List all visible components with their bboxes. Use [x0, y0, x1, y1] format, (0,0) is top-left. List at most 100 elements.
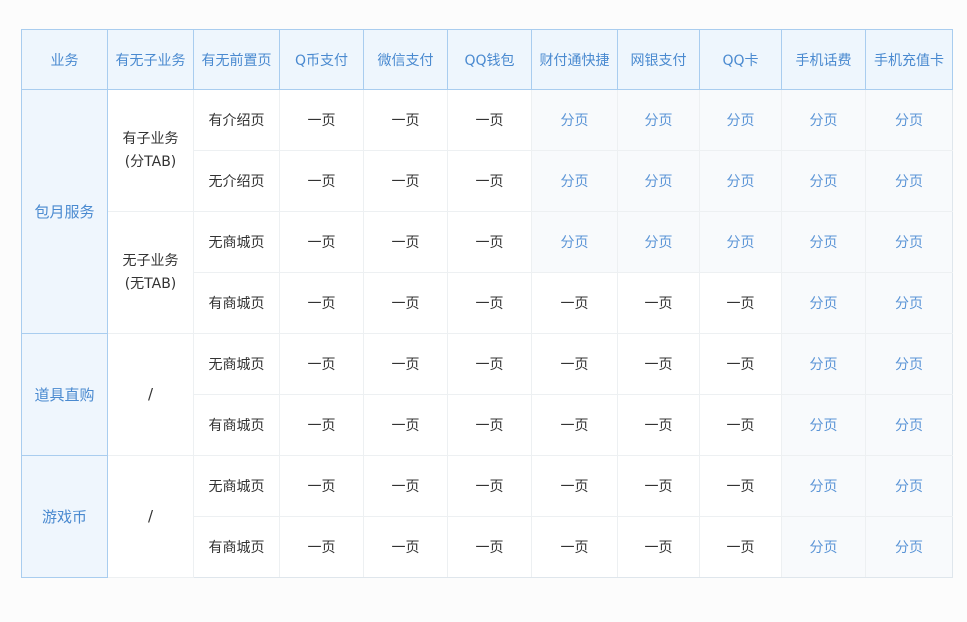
payment-value-cell: 一页: [447, 333, 532, 395]
payment-value-cell: 一页: [617, 516, 700, 578]
payment-value-cell: 分页: [865, 272, 953, 334]
payment-value-cell: 一页: [699, 516, 782, 578]
subbusiness-label-line: 无子业务: [122, 252, 179, 269]
payment-value-cell: 分页: [531, 89, 618, 151]
prepage-cell: 有介绍页: [193, 89, 280, 151]
payment-value-cell: 一页: [279, 211, 364, 273]
header-wechat-pay: 微信支付: [363, 29, 448, 90]
payment-value-cell: 一页: [279, 150, 364, 212]
prepage-cell: 无商城页: [193, 211, 280, 273]
payment-value-cell: 分页: [865, 150, 953, 212]
payment-value-cell: 一页: [447, 455, 532, 517]
payment-value-cell: 一页: [447, 211, 532, 273]
header-row: 业务 有无子业务 有无前置页 Q币支付 微信支付 QQ钱包 财付通快捷 网银支付…: [21, 29, 953, 90]
payment-value-cell: 分页: [781, 394, 866, 456]
payment-value-cell: 一页: [279, 394, 364, 456]
prepage-cell: 无商城页: [193, 333, 280, 395]
payment-value-cell: 一页: [531, 516, 618, 578]
payment-value-cell: 一页: [363, 89, 448, 151]
payment-value-cell: 一页: [699, 333, 782, 395]
prepage-cell: 有商城页: [193, 394, 280, 456]
payment-value-cell: 一页: [363, 272, 448, 334]
payment-value-cell: 分页: [699, 211, 782, 273]
payment-value-cell: 分页: [617, 211, 700, 273]
payment-value-cell: 一页: [363, 211, 448, 273]
table-row: 无子业务 (无TAB) 无商城页 一页 一页 一页 分页 分页 分页 分页 分页: [22, 211, 953, 334]
payment-value-cell: 一页: [447, 89, 532, 151]
payment-value-cell: 一页: [447, 150, 532, 212]
payment-value-cell: 一页: [447, 272, 532, 334]
business-name-cell: 包月服务: [21, 89, 108, 334]
payment-value-cell: 分页: [531, 150, 618, 212]
business-name-cell: 道具直购: [21, 333, 108, 456]
payment-value-cell: 分页: [865, 333, 953, 395]
payment-value-cell: 一页: [447, 516, 532, 578]
payment-value-cell: 一页: [279, 455, 364, 517]
payment-value-cell: 一页: [279, 272, 364, 334]
header-netbank-pay: 网银支付: [617, 29, 700, 90]
payment-value-cell: 分页: [781, 333, 866, 395]
prepage-cell: 无介绍页: [193, 150, 280, 212]
subbusiness-cell: 无子业务 (无TAB): [107, 211, 194, 334]
header-qq-wallet: QQ钱包: [447, 29, 532, 90]
payment-matrix-container: 业务 有无子业务 有无前置页 Q币支付 微信支付 QQ钱包 财付通快捷 网银支付…: [21, 29, 953, 578]
table-row: 道具直购 / 无商城页 一页 一页 一页 一页 一页 一页 分页 分页: [21, 333, 953, 456]
payment-value-cell: 分页: [781, 211, 866, 273]
payment-value-cell: 分页: [865, 455, 953, 517]
payment-value-cell: 一页: [617, 333, 700, 395]
header-qcoin-pay: Q币支付: [279, 29, 364, 90]
payment-value-cell: 分页: [699, 89, 782, 151]
business-name-cell: 游戏币: [21, 455, 108, 578]
payment-value-cell: 分页: [617, 89, 700, 151]
payment-value-cell: 分页: [865, 516, 953, 578]
matrix-body: 包月服务 有子业务 (分TAB) 有介绍页 一页 一页 一页 分页 分页 分页 分页 分页 无介绍页 一页…: [21, 89, 953, 578]
prepage-cell: 有商城页: [193, 516, 280, 578]
header-business: 业务: [21, 29, 108, 90]
header-mobile-bill: 手机话费: [781, 29, 866, 90]
payment-value-cell: 一页: [699, 394, 782, 456]
subbusiness-label-line: /: [147, 385, 154, 403]
header-tenpay-quick: 财付通快捷: [531, 29, 618, 90]
payment-value-cell: 分页: [617, 150, 700, 212]
payment-value-cell: 分页: [781, 272, 866, 334]
payment-value-cell: 一页: [363, 150, 448, 212]
payment-value-cell: 一页: [531, 333, 618, 395]
payment-value-cell: 一页: [699, 272, 782, 334]
payment-value-cell: 一页: [617, 394, 700, 456]
payment-value-cell: 分页: [781, 455, 866, 517]
payment-value-cell: 一页: [447, 394, 532, 456]
header-mobile-recharge-card: 手机充值卡: [865, 29, 953, 90]
header-qq-card: QQ卡: [699, 29, 782, 90]
table-row: 包月服务 有子业务 (分TAB) 有介绍页 一页 一页 一页 分页 分页 分页 分页 分页: [21, 89, 953, 334]
header-has-prepage: 有无前置页: [193, 29, 280, 90]
subbusiness-cell: /: [107, 333, 194, 456]
payment-value-cell: 分页: [531, 211, 618, 273]
payment-matrix-table: 业务 有无子业务 有无前置页 Q币支付 微信支付 QQ钱包 财付通快捷 网银支付…: [21, 29, 953, 578]
payment-value-cell: 一页: [279, 89, 364, 151]
payment-value-cell: 一页: [617, 272, 700, 334]
subbusiness-label-line: 有子业务: [122, 130, 179, 147]
payment-value-cell: 分页: [865, 89, 953, 151]
payment-value-cell: 一页: [531, 455, 618, 517]
payment-value-cell: 分页: [699, 150, 782, 212]
subbusiness-cell: 有子业务 (分TAB): [107, 89, 194, 212]
payment-value-cell: 一页: [363, 516, 448, 578]
payment-value-cell: 一页: [363, 333, 448, 395]
payment-value-cell: 一页: [699, 455, 782, 517]
payment-value-cell: 一页: [279, 516, 364, 578]
payment-value-cell: 一页: [363, 394, 448, 456]
payment-value-cell: 一页: [531, 394, 618, 456]
payment-value-cell: 一页: [279, 333, 364, 395]
subbusiness-label-line: (无TAB): [124, 275, 177, 292]
payment-value-cell: 分页: [865, 211, 953, 273]
payment-value-cell: 一页: [363, 455, 448, 517]
subbusiness-cell: /: [107, 455, 194, 578]
prepage-cell: 无商城页: [193, 455, 280, 517]
subbusiness-label-line: (分TAB): [124, 153, 177, 170]
payment-value-cell: 分页: [781, 89, 866, 151]
payment-value-cell: 一页: [531, 272, 618, 334]
payment-value-cell: 分页: [781, 150, 866, 212]
subbusiness-label-line: /: [147, 507, 154, 525]
payment-value-cell: 分页: [781, 516, 866, 578]
payment-value-cell: 一页: [617, 455, 700, 517]
